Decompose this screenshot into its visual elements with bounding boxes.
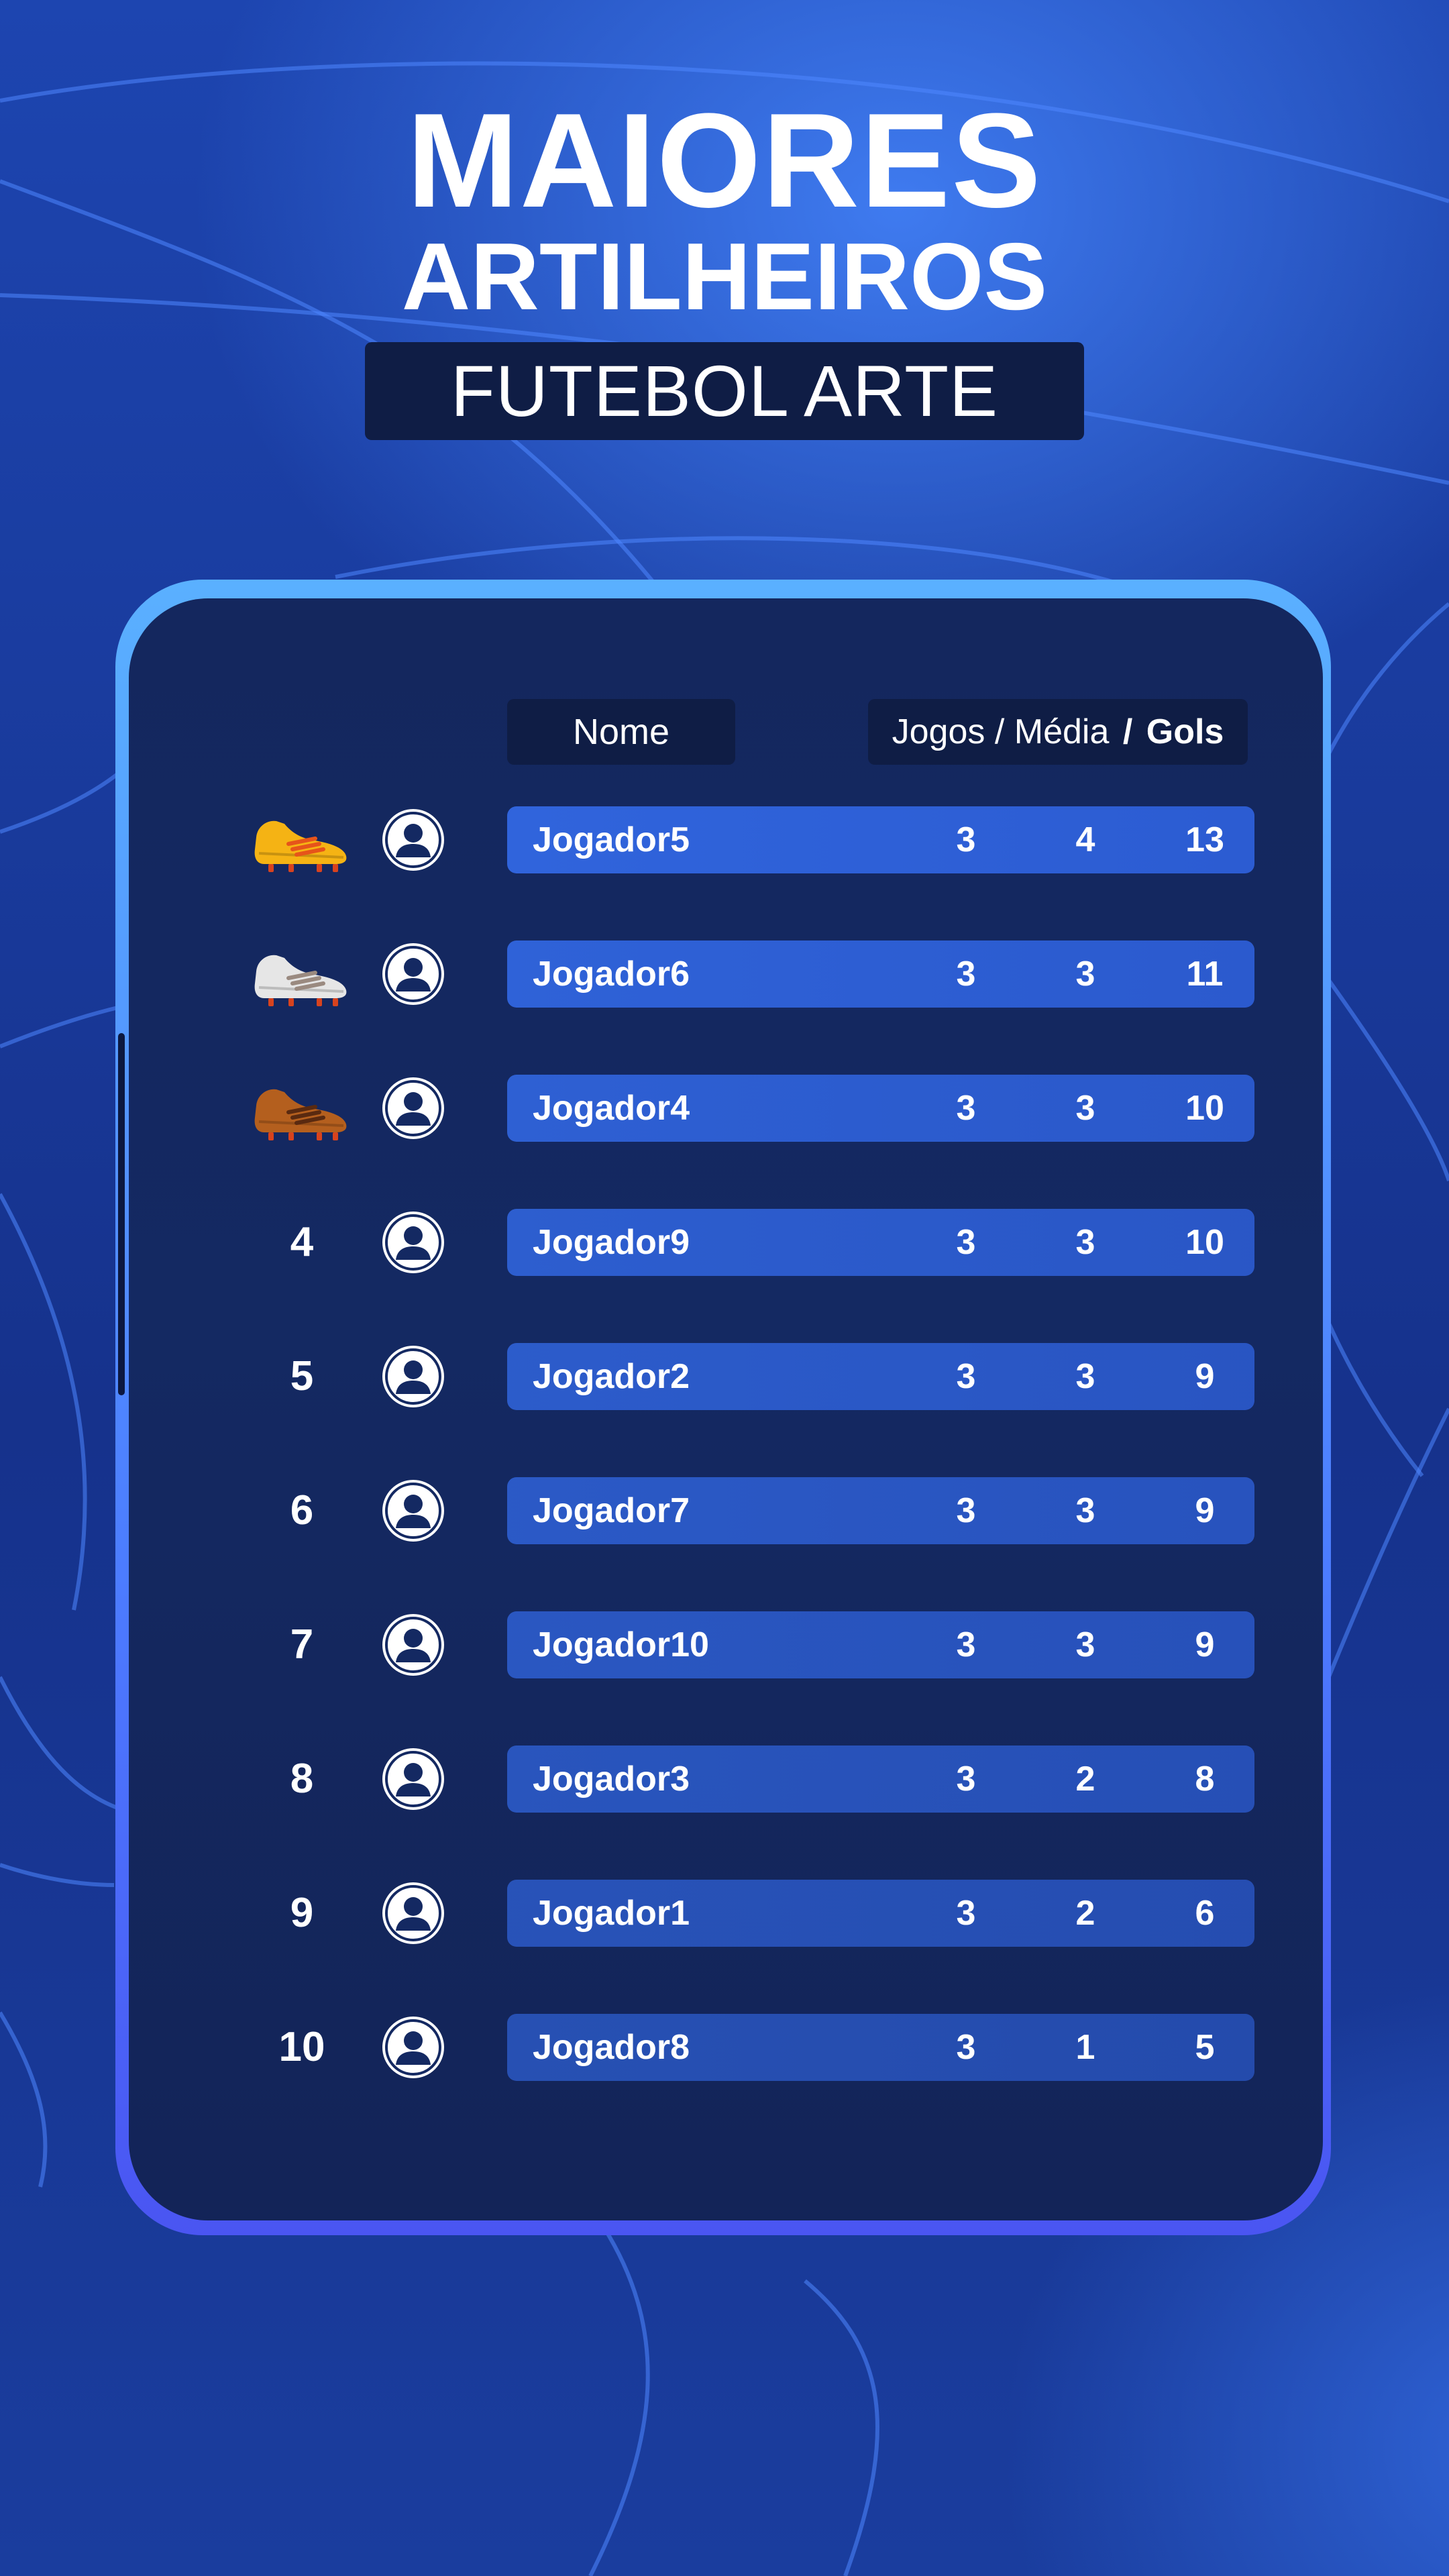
title-line-2: ARTILHEIROS: [401, 223, 1048, 330]
average-value: 1: [1075, 2028, 1095, 2067]
title-line-1: MAIORES: [407, 86, 1042, 235]
player-name: Jogador2: [533, 1357, 690, 1396]
ranking-row: 4 Jogador9 3 3 10: [0, 1209, 1449, 1276]
goals-value: 9: [1195, 1357, 1215, 1396]
games-value: 3: [956, 1223, 976, 1262]
avatar-icon: [381, 1076, 445, 1140]
rank-number: 4: [290, 1219, 314, 1265]
goals-value: 6: [1195, 1894, 1215, 1933]
average-value: 4: [1075, 820, 1095, 859]
games-value: 3: [956, 1491, 976, 1530]
ranking-row: Jogador5 3 4 13: [0, 806, 1449, 873]
player-name: Jogador6: [533, 955, 690, 994]
avatar-icon: [381, 1344, 445, 1409]
avatar-icon: [381, 808, 445, 872]
column-header-stats: Jogos / Média / Gols: [868, 699, 1248, 765]
player-name: Jogador8: [533, 2028, 690, 2067]
column-header-separator: /: [1122, 712, 1133, 751]
player-name: Jogador5: [533, 820, 690, 859]
ranking-row: Jogador6 3 3 11: [0, 941, 1449, 1008]
avatar-icon: [381, 1613, 445, 1677]
goals-value: 9: [1195, 1491, 1215, 1530]
games-value: 3: [956, 1357, 976, 1396]
column-header-media: Média: [1014, 712, 1110, 751]
bronze-boot-icon: [250, 1073, 352, 1143]
subtitle: FUTEBOL ARTE: [450, 350, 999, 431]
goals-value: 8: [1195, 1760, 1215, 1799]
column-header-name: Nome: [507, 699, 735, 765]
rank-number: 10: [278, 2024, 325, 2070]
avatar-icon: [381, 942, 445, 1006]
rank-number: 7: [290, 1621, 314, 1668]
ranking-row: 5 Jogador2 3 3 9: [0, 1343, 1449, 1410]
games-value: 3: [956, 1760, 976, 1799]
gold-boot-icon: [250, 805, 352, 875]
goals-value: 10: [1185, 1223, 1224, 1262]
ranking-row: 9 Jogador1 3 2 6: [0, 1880, 1449, 1947]
games-value: 3: [956, 955, 976, 994]
average-value: 3: [1075, 1223, 1095, 1262]
games-value: 3: [956, 1625, 976, 1664]
ranking-row: Jogador4 3 3 10: [0, 1075, 1449, 1142]
player-name: Jogador10: [533, 1625, 709, 1664]
avatar-icon: [381, 2015, 445, 2080]
goals-value: 13: [1185, 820, 1224, 859]
player-name: Jogador7: [533, 1491, 690, 1530]
rank-number: 8: [290, 1756, 314, 1802]
goals-value: 11: [1186, 955, 1224, 994]
average-value: 3: [1075, 1089, 1095, 1128]
ranking-row: 7 Jogador10 3 3 9: [0, 1611, 1449, 1678]
column-header-jogos: Jogos: [892, 712, 985, 751]
column-header-separator: /: [994, 712, 1005, 751]
games-value: 3: [956, 820, 976, 859]
avatar-icon: [381, 1881, 445, 1945]
column-header-gols: Gols: [1146, 712, 1224, 751]
avatar-icon: [381, 1210, 445, 1275]
average-value: 2: [1075, 1760, 1095, 1799]
average-value: 3: [1075, 1491, 1095, 1530]
goals-value: 9: [1195, 1625, 1215, 1664]
games-value: 3: [956, 1089, 976, 1128]
avatar-icon: [381, 1479, 445, 1543]
games-value: 3: [956, 1894, 976, 1933]
silver-boot-icon: [250, 939, 352, 1009]
player-name: Jogador1: [533, 1894, 690, 1933]
rank-number: 9: [290, 1890, 314, 1936]
goals-value: 5: [1195, 2028, 1215, 2067]
average-value: 2: [1075, 1894, 1095, 1933]
ranking-row: 6 Jogador7 3 3 9: [0, 1477, 1449, 1544]
goals-value: 10: [1185, 1089, 1224, 1128]
player-name: Jogador4: [533, 1089, 690, 1128]
average-value: 3: [1075, 1625, 1095, 1664]
average-value: 3: [1075, 955, 1095, 994]
average-value: 3: [1075, 1357, 1095, 1396]
rank-number: 6: [290, 1487, 314, 1534]
ranking-row: 8 Jogador3 3 2 8: [0, 1746, 1449, 1813]
rank-number: 5: [290, 1353, 314, 1399]
player-name: Jogador3: [533, 1760, 690, 1799]
player-name: Jogador9: [533, 1223, 690, 1262]
avatar-icon: [381, 1747, 445, 1811]
games-value: 3: [956, 2028, 976, 2067]
ranking-row: 10 Jogador8 3 1 5: [0, 2014, 1449, 2081]
